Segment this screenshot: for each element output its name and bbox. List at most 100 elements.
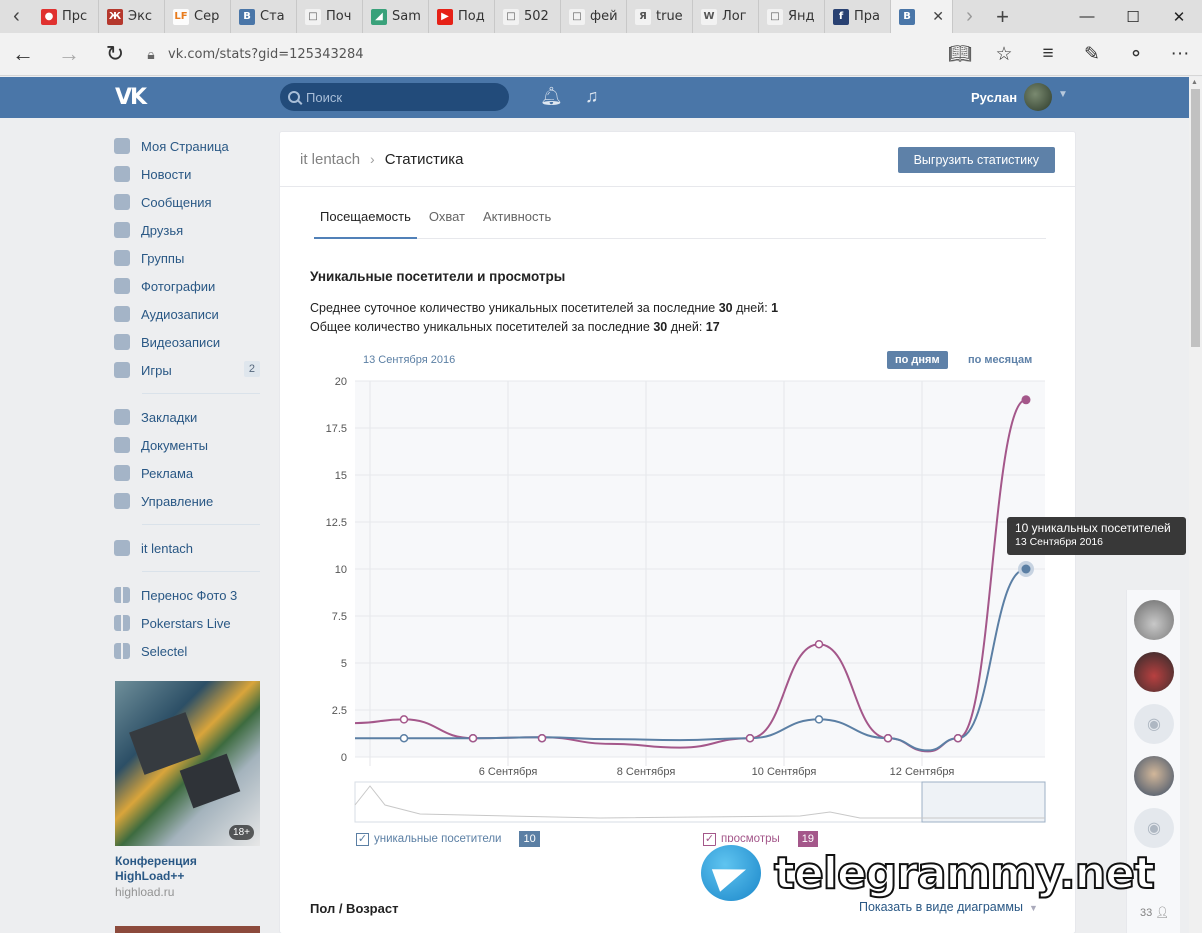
tab-favicon-icon: ● xyxy=(41,8,57,25)
web-note-icon[interactable]: ✎ xyxy=(1070,33,1114,76)
browser-tab[interactable]: □ Янд xyxy=(759,0,825,33)
browser-tab[interactable]: Яtrue xyxy=(627,0,693,33)
url-field[interactable]: vk.com/stats?gid=125343284 xyxy=(168,47,364,62)
browser-tab[interactable]: ◢ Sam xyxy=(363,0,429,33)
new-tab-icon[interactable]: + xyxy=(986,0,1019,33)
music-icon[interactable]: ♫ xyxy=(585,86,599,107)
chevron-right-icon: › xyxy=(370,151,375,167)
browser-tab[interactable]: B Ста xyxy=(231,0,297,33)
minimize-icon[interactable]: — xyxy=(1064,0,1110,33)
star-icon xyxy=(114,409,130,425)
stats-card: it lentach › Статистика Выгрузить статис… xyxy=(280,132,1075,933)
browser-tab[interactable]: W Лог xyxy=(693,0,759,33)
total-visitors-line: Общее количество уникальных посетителей … xyxy=(310,320,720,334)
app-icon xyxy=(114,643,130,659)
scroll-up-icon[interactable]: ▲ xyxy=(1191,79,1198,86)
tooltip-date: 13 Сентября 2016 xyxy=(1015,536,1104,548)
tab-favicon-icon: B xyxy=(239,8,255,25)
tab-attendance[interactable]: Посещаемость xyxy=(314,203,417,239)
tab-reach[interactable]: Охват xyxy=(423,203,471,239)
tab-favicon-icon: □ xyxy=(305,8,321,25)
ad-block[interactable]: 18+ Конференция HighLoad++ highload.ru xyxy=(115,681,260,899)
menu-item[interactable]: Новости xyxy=(114,160,260,188)
tabs-scroll-left-icon[interactable]: ‹ xyxy=(0,0,33,33)
menu-item[interactable]: Сообщения xyxy=(114,188,260,216)
bell-icon[interactable]: 🔔︎ xyxy=(540,86,563,107)
tab-favicon-icon: ▶ xyxy=(437,8,453,25)
maximize-icon[interactable]: ☐ xyxy=(1110,0,1156,33)
vk-logo[interactable]: VK xyxy=(115,85,147,110)
avg-mid: дней: xyxy=(732,301,772,315)
menu-item[interactable]: Фотографии xyxy=(114,272,260,300)
search-input[interactable]: Поиск xyxy=(280,83,509,111)
period-by-day-button[interactable]: по дням xyxy=(887,351,948,369)
section-title: Уникальные посетители и просмотры xyxy=(310,269,566,284)
chevron-down-icon[interactable]: ▼ xyxy=(1058,89,1068,100)
tab-label: true xyxy=(656,9,683,24)
hub-icon[interactable]: ≡ xyxy=(1026,33,1070,76)
menu-item-label: Перенос Фото 3 xyxy=(141,587,238,603)
menu-item[interactable]: Документы xyxy=(114,431,260,459)
menu-item[interactable]: Игры 2 xyxy=(114,356,260,384)
tab-activity[interactable]: Активность xyxy=(477,203,557,239)
page-scrollbar[interactable]: ▲ xyxy=(1189,77,1202,933)
share-icon[interactable]: ⚬ xyxy=(1114,33,1158,76)
ad-image-next[interactable] xyxy=(115,926,260,933)
menu-item[interactable]: Моя Страница xyxy=(114,132,260,160)
close-tab-icon[interactable]: ✕ xyxy=(932,9,944,25)
menu-item[interactable]: Pokerstars Live xyxy=(114,609,260,637)
breadcrumb-group[interactable]: it lentach xyxy=(300,151,360,168)
browser-tab[interactable]: f Пра xyxy=(825,0,891,33)
avatar[interactable] xyxy=(1024,83,1052,111)
app-icon xyxy=(114,615,130,631)
forward-icon[interactable]: → xyxy=(46,33,92,76)
camera-icon[interactable]: ◉ xyxy=(1134,704,1174,744)
back-icon[interactable]: ← xyxy=(0,33,46,76)
scroll-thumb[interactable] xyxy=(1191,89,1200,347)
friend-avatar[interactable] xyxy=(1134,600,1174,640)
browser-tab[interactable]: □ Поч xyxy=(297,0,363,33)
tab-favicon-icon: Ж xyxy=(107,8,123,25)
browser-tab[interactable]: □ фей xyxy=(561,0,627,33)
menu-item[interactable]: Управление xyxy=(114,487,260,515)
browser-tab[interactable]: ● Прс xyxy=(33,0,99,33)
menu-item[interactable]: Перенос Фото 3 xyxy=(114,581,260,609)
tab-label: Под xyxy=(458,9,485,24)
friend-avatar-online[interactable] xyxy=(1134,652,1174,692)
menu-divider xyxy=(142,571,260,572)
browser-tab[interactable]: □ 502 xyxy=(495,0,561,33)
menu-item[interactable]: Видеозаписи xyxy=(114,328,260,356)
menu-item[interactable]: Друзья xyxy=(114,216,260,244)
menu-item[interactable]: Аудиозаписи xyxy=(114,300,260,328)
refresh-icon[interactable]: ↻ xyxy=(92,33,138,76)
friends-count-value: 33 xyxy=(1140,907,1153,919)
menu-item[interactable]: Закладки xyxy=(114,403,260,431)
browser-tab-active[interactable]: B ✕ xyxy=(891,0,953,33)
reading-view-icon[interactable]: 📖︎ xyxy=(938,33,982,76)
user-name[interactable]: Руслан xyxy=(971,90,1017,105)
tabs-scroll-right-icon[interactable]: › xyxy=(953,0,986,33)
menu-item[interactable]: Реклама xyxy=(114,459,260,487)
friend-avatar[interactable] xyxy=(1134,756,1174,796)
menu-divider xyxy=(142,393,260,394)
search-placeholder: Поиск xyxy=(306,89,343,105)
legend-unique-visitors[interactable]: ✓ уникальные посетители 10 xyxy=(356,831,540,847)
person-icon: 👤︎ xyxy=(1155,907,1170,919)
period-by-month-button[interactable]: по месяцам xyxy=(960,351,1040,369)
tab-favicon-icon: □ xyxy=(569,8,585,25)
ad-image[interactable]: 18+ xyxy=(115,681,260,846)
close-window-icon[interactable]: ✕ xyxy=(1156,0,1202,33)
browser-tab[interactable]: LF Сер xyxy=(165,0,231,33)
ad-title[interactable]: Конференция HighLoad++ xyxy=(115,854,260,884)
menu-item[interactable]: it lentach xyxy=(114,534,260,562)
menu-item[interactable]: Selectel xyxy=(114,637,260,665)
browser-tab[interactable]: Ж Экс xyxy=(99,0,165,33)
export-stats-button[interactable]: Выгрузить статистику xyxy=(897,147,1055,173)
checkbox-icon[interactable]: ✓ xyxy=(356,832,369,846)
favorite-star-icon[interactable]: ☆ xyxy=(982,33,1026,76)
menu-item[interactable]: Группы xyxy=(114,244,260,272)
home-icon xyxy=(114,138,130,154)
total-value: 17 xyxy=(705,320,720,334)
browser-tab[interactable]: ▶ Под xyxy=(429,0,495,33)
more-icon[interactable]: ··· xyxy=(1158,33,1202,76)
